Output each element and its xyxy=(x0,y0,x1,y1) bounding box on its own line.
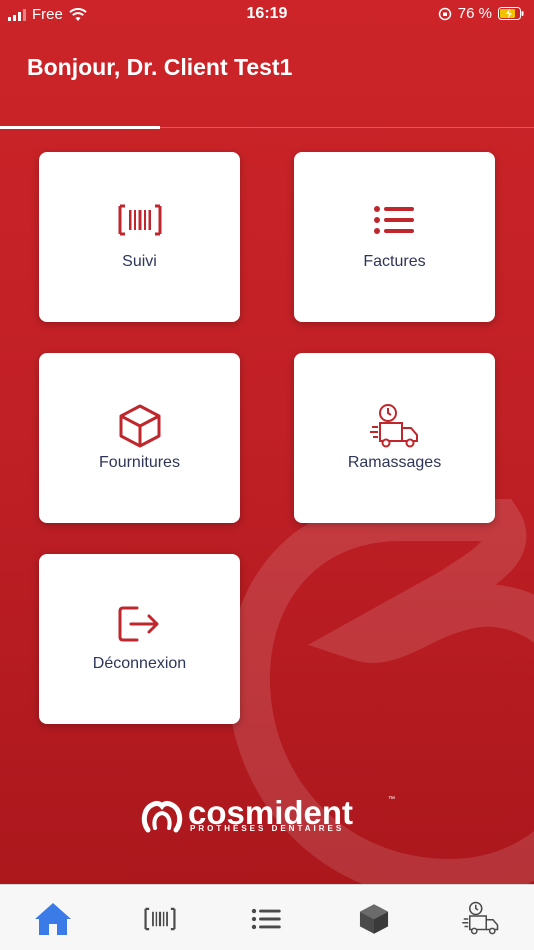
ramassages-card[interactable]: Ramassages xyxy=(294,353,495,523)
nav-suivi[interactable] xyxy=(140,899,180,939)
app-screen: Free 16:19 76 % Bonjour, Dr. Client Test… xyxy=(0,0,534,950)
nav-factures[interactable] xyxy=(247,899,287,939)
box-icon xyxy=(359,904,389,934)
brand-tagline: PROTHÈSES DENTAIRES xyxy=(190,824,345,833)
delivery-truck-icon xyxy=(369,404,418,448)
logout-icon xyxy=(118,606,158,642)
barcode-icon xyxy=(118,204,161,236)
status-right: 76 % xyxy=(438,5,524,22)
cosmident-logo: cosmident ™ PROTHÈSES DENTAIRES xyxy=(140,794,400,836)
bottom-nav xyxy=(0,884,534,950)
tab-indicator[interactable] xyxy=(0,126,160,129)
list-icon xyxy=(373,206,414,234)
ramassages-label: Ramassages xyxy=(347,454,442,471)
orientation-lock-icon xyxy=(438,7,452,20)
deconnexion-label: Déconnexion xyxy=(92,655,187,672)
greeting-title: Bonjour, Dr. Client Test1 xyxy=(27,54,293,80)
fournitures-label: Fournitures xyxy=(99,454,180,471)
factures-label: Factures xyxy=(363,253,426,270)
battery-charging-icon xyxy=(498,7,524,20)
barcode-icon xyxy=(144,907,176,931)
battery-percent: 76 % xyxy=(457,5,492,22)
nav-ramassages[interactable] xyxy=(461,899,501,939)
home-icon xyxy=(35,903,71,935)
delivery-truck-icon xyxy=(462,901,499,935)
fournitures-card[interactable]: Fournitures xyxy=(39,353,240,523)
list-icon xyxy=(251,908,281,930)
deconnexion-card[interactable]: Déconnexion xyxy=(39,554,240,724)
suivi-card[interactable]: Suivi xyxy=(39,152,240,322)
suivi-label: Suivi xyxy=(122,253,157,270)
cosmident-logo-mark xyxy=(141,800,183,833)
status-bar: Free 16:19 76 % xyxy=(0,0,534,28)
nav-home[interactable] xyxy=(33,899,73,939)
box-icon xyxy=(119,404,160,448)
nav-fournitures[interactable] xyxy=(354,899,394,939)
background-logo-watermark xyxy=(227,499,534,900)
brand-trademark: ™ xyxy=(388,796,395,803)
factures-card[interactable]: Factures xyxy=(294,152,495,322)
